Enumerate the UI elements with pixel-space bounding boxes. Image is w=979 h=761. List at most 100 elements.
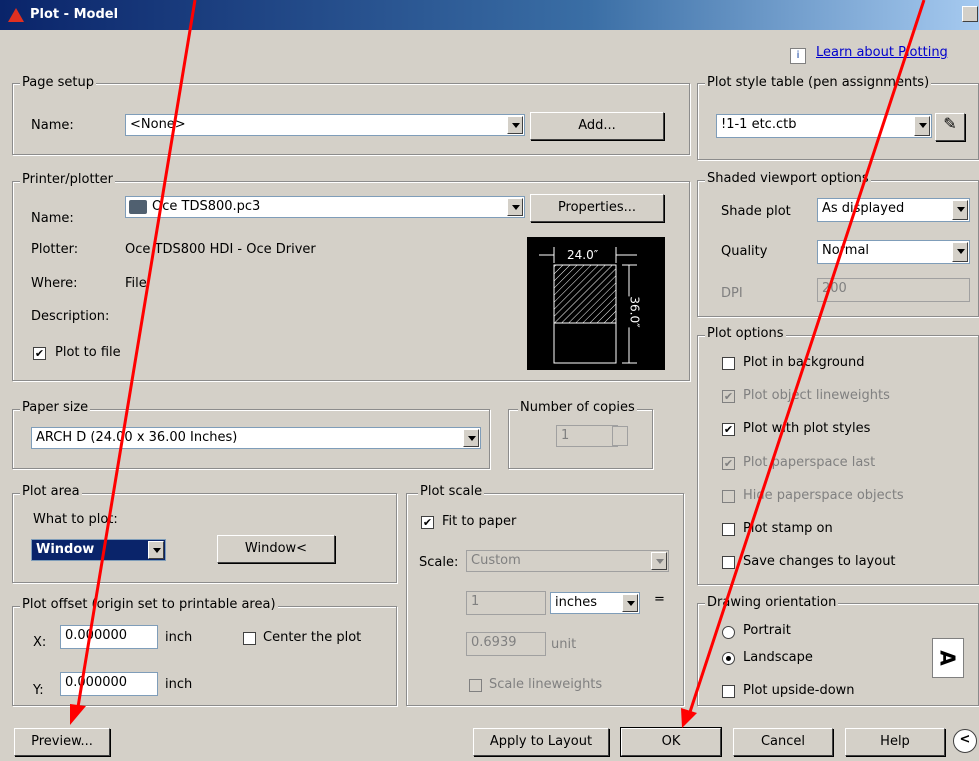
plot-offset-legend: Plot offset (origin set to printable are… (20, 597, 278, 612)
copies-spinner[interactable] (612, 426, 628, 446)
plot-to-file-label: Plot to file (55, 345, 121, 360)
center-plot-checkbox[interactable] (243, 632, 256, 645)
offset-y-label: Y: (33, 683, 44, 698)
plotter-value: Oce TDS800 HDI - Oce Driver (125, 242, 316, 257)
chevron-left-icon: < (959, 732, 971, 747)
scale-unit-label: unit (551, 637, 577, 652)
dpi-input[interactable]: 200 (817, 278, 970, 302)
orientation-glyph: A (935, 650, 960, 666)
help-button[interactable]: Help (845, 728, 945, 756)
paper-preview: 24.0″ 36.0″ (527, 237, 665, 370)
plot-upside-down-label: Plot upside-down (743, 683, 855, 698)
chevron-down-icon[interactable] (914, 116, 930, 136)
window-title: Plot - Model (30, 7, 119, 22)
fit-to-paper-label: Fit to paper (442, 514, 517, 529)
printer-name-combo[interactable]: Oce TDS800.pc3 (125, 196, 525, 218)
shaded-viewport-legend: Shaded viewport options (705, 171, 871, 186)
chevron-down-icon[interactable] (148, 541, 164, 559)
chevron-down-icon[interactable] (952, 242, 968, 262)
properties-button[interactable]: Properties... (530, 194, 664, 222)
paper-width-label: 24.0″ (565, 248, 601, 262)
landscape-orientation-icon: A (932, 638, 964, 678)
plot-style-table-value: !1-1 etc.ctb (721, 117, 797, 132)
apply-to-layout-button[interactable]: Apply to Layout (473, 728, 609, 756)
what-to-plot-combo[interactable]: Window (31, 539, 166, 561)
scale-label: Scale: (419, 555, 459, 570)
offset-x-input[interactable]: 0.000000 (60, 625, 158, 649)
plot-paperspace-last-checkbox[interactable]: ✔ (722, 457, 735, 470)
chevron-down-icon[interactable] (463, 429, 479, 447)
plot-to-file-checkbox[interactable]: ✔ (33, 347, 46, 360)
paper-size-legend: Paper size (20, 400, 91, 415)
description-label: Description: (31, 309, 110, 324)
page-setup-name-combo[interactable]: <None> (125, 114, 525, 136)
hide-paperspace-objects-checkbox[interactable] (722, 490, 735, 503)
center-plot-label: Center the plot (263, 630, 362, 645)
offset-y-unit: inch (165, 677, 193, 692)
offset-x-label: X: (33, 635, 47, 650)
scale-units-combo[interactable]: inches (550, 592, 640, 614)
offset-x-unit: inch (165, 630, 193, 645)
chevron-down-icon[interactable] (507, 198, 523, 216)
printer-plotter-legend: Printer/plotter (20, 172, 115, 187)
preview-button[interactable]: Preview... (14, 728, 110, 756)
pencil-icon: ✎ (943, 114, 957, 133)
plot-object-lineweights-label: Plot object lineweights (743, 388, 890, 403)
what-to-plot-label: What to plot: (33, 512, 118, 527)
window-select-button[interactable]: Window< (217, 535, 335, 563)
chevron-down-icon[interactable] (622, 594, 638, 612)
copies-legend: Number of copies (518, 400, 637, 415)
quality-label: Quality (721, 244, 768, 259)
shade-plot-label: Shade plot (721, 204, 791, 219)
offset-y-input[interactable]: 0.000000 (60, 672, 158, 696)
chevron-down-icon[interactable] (651, 552, 667, 570)
chevron-down-icon[interactable] (952, 200, 968, 220)
plot-object-lineweights-checkbox[interactable]: ✔ (722, 390, 735, 403)
cancel-button[interactable]: Cancel (733, 728, 833, 756)
plot-stamp-on-label: Plot stamp on (743, 521, 833, 536)
title-bar: Plot - Model (0, 0, 979, 30)
scale-lineweights-checkbox[interactable] (469, 679, 482, 692)
chevron-down-icon[interactable] (507, 116, 523, 134)
scale-combo[interactable]: Custom (466, 550, 669, 572)
paper-height-label: 36.0″ (627, 296, 642, 328)
plot-style-table-legend: Plot style table (pen assignments) (705, 75, 932, 90)
title-bar-button[interactable] (962, 6, 978, 22)
where-label: Where: (31, 276, 78, 291)
quality-combo[interactable]: Normal (817, 240, 970, 264)
plot-area-group (12, 493, 397, 583)
plotter-icon (129, 200, 147, 214)
copies-input[interactable]: 1 (556, 425, 618, 447)
plot-stamp-on-checkbox[interactable] (722, 523, 735, 536)
plot-scale-legend: Plot scale (418, 484, 485, 499)
collapse-options-button[interactable]: < (953, 729, 977, 753)
printer-name-value: Oce TDS800.pc3 (152, 199, 261, 214)
plot-paperspace-last-label: Plot paperspace last (743, 455, 876, 470)
learn-about-plotting-link[interactable]: Learn about Plotting (816, 45, 948, 60)
plot-upside-down-checkbox[interactable] (722, 685, 735, 698)
edit-style-table-button[interactable]: ✎ (935, 113, 965, 141)
annotation-arrowhead-ok (681, 708, 697, 728)
page-setup-name-label: Name: (31, 118, 74, 133)
scale-units-value: inches (555, 595, 598, 610)
paper-size-combo[interactable]: ARCH D (24.00 x 36.00 Inches) (31, 427, 481, 449)
shade-plot-combo[interactable]: As displayed (817, 198, 970, 222)
save-changes-to-layout-checkbox[interactable] (722, 556, 735, 569)
add-page-setup-button[interactable]: Add... (530, 112, 664, 140)
scale-numerator-input[interactable]: 1 (466, 591, 546, 615)
autocad-logo-icon (8, 8, 24, 22)
printer-name-label: Name: (31, 211, 74, 226)
plot-with-plot-styles-label: Plot with plot styles (743, 421, 871, 436)
hide-paperspace-objects-label: Hide paperspace objects (743, 488, 904, 503)
plot-in-background-checkbox[interactable] (722, 357, 735, 370)
plot-with-plot-styles-checkbox[interactable]: ✔ (722, 423, 735, 436)
portrait-radio[interactable] (722, 626, 735, 639)
plot-area-legend: Plot area (20, 484, 82, 499)
scale-denominator-input[interactable]: 0.6939 (466, 632, 546, 656)
ok-button[interactable]: OK (620, 727, 722, 757)
where-value: File (125, 276, 147, 291)
fit-to-paper-checkbox[interactable]: ✔ (421, 516, 434, 529)
page-setup-name-value: <None> (130, 117, 186, 132)
landscape-radio[interactable] (722, 652, 735, 665)
plot-style-table-combo[interactable]: !1-1 etc.ctb (716, 114, 932, 138)
